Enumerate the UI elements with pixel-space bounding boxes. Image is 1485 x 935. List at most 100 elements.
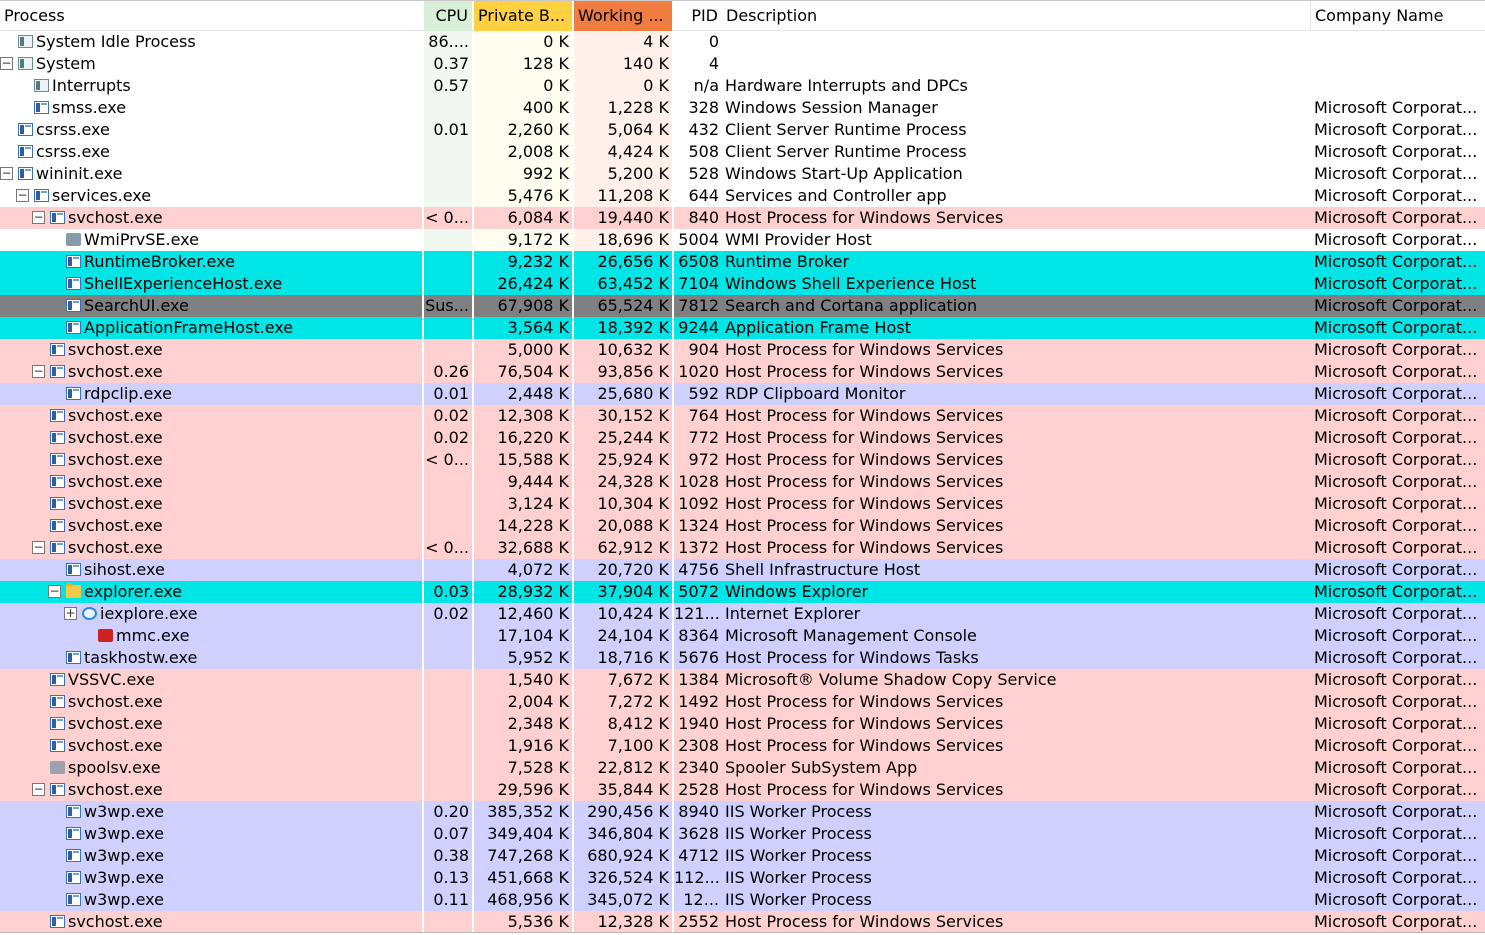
- process-row[interactable]: VSSVC.exe 1,540 K 7,672 K 1384 Microsoft® Vo…: [0, 669, 1485, 691]
- process-row[interactable]: − svchost.exe < 0... 32,688 K 62,912 K 1372 Ho…: [0, 537, 1485, 559]
- process-row[interactable]: − System 0.37 128 K 140 K 4: [0, 53, 1485, 75]
- process-row[interactable]: svchost.exe < 0... 15,588 K 25,924 K 972 Host…: [0, 449, 1485, 471]
- process-row[interactable]: mmc.exe 17,104 K 24,104 K 8364 Microsoft Man…: [0, 625, 1485, 647]
- process-row[interactable]: svchost.exe 9,444 K 24,328 K 1028 Host Proce…: [0, 471, 1485, 493]
- process-row[interactable]: ShellExperienceHost.exe 26,424 K 63,452 K7…: [0, 273, 1485, 295]
- process-row[interactable]: rdpclip.exe 0.01 2,448 K 25,680 K 592 RDP Cli…: [0, 383, 1485, 405]
- description-value: Microsoft® Volume Shadow Copy Service: [722, 669, 1310, 691]
- process-row[interactable]: System Idle Process 86.... 0 K4 K 0: [0, 31, 1485, 53]
- folder-icon: [66, 583, 81, 598]
- collapse-minus-icon[interactable]: −: [32, 211, 45, 224]
- company-value: Microsoft Corporat...: [1310, 647, 1485, 669]
- app-window-icon: [50, 365, 65, 378]
- expand-plus-icon[interactable]: +: [64, 607, 77, 620]
- process-row[interactable]: w3wp.exe 0.07 349,404 K 346,804 K 3628 IIS Wo…: [0, 823, 1485, 845]
- column-header-working-set[interactable]: Working ...: [574, 1, 672, 31]
- app-window-icon: [66, 563, 81, 576]
- process-row[interactable]: − svchost.exe 29,596 K 35,844 K 2528 Host Pro…: [0, 779, 1485, 801]
- process-row[interactable]: svchost.exe 5,536 K 12,328 K 2552 Host Proce…: [0, 911, 1485, 933]
- app-window-icon: [50, 915, 65, 928]
- process-name: w3wp.exe: [84, 824, 164, 843]
- collapse-minus-icon[interactable]: −: [16, 189, 29, 202]
- column-header-pid[interactable]: PID: [674, 1, 722, 31]
- collapse-minus-icon[interactable]: −: [0, 57, 13, 70]
- process-row[interactable]: w3wp.exe 0.11 468,956 K 345,072 K 12... IIS W…: [0, 889, 1485, 911]
- process-name: w3wp.exe: [84, 846, 164, 865]
- process-row[interactable]: svchost.exe 1,916 K 7,100 K 2308 Host Proces…: [0, 735, 1485, 757]
- process-row[interactable]: − svchost.exe 0.26 76,504 K 93,856 K 1020 Host…: [0, 361, 1485, 383]
- description-value: Hardware Interrupts and DPCs: [725, 76, 968, 95]
- process-name: svchost.exe: [68, 450, 163, 469]
- process-name: w3wp.exe: [84, 802, 164, 821]
- process-row[interactable]: svchost.exe 2,004 K 7,272 K 1492 Host Proces…: [0, 691, 1485, 713]
- collapse-minus-icon[interactable]: −: [0, 167, 13, 180]
- process-row[interactable]: WmiPrvSE.exe 9,172 K 18,696 K 5004 WMI Provi…: [0, 229, 1485, 251]
- process-row[interactable]: − svchost.exe < 0... 6,084 K 19,440 K 840 Host…: [0, 207, 1485, 229]
- process-row[interactable]: w3wp.exe 0.20 385,352 K 290,456 K 8940 IIS Wo…: [0, 801, 1485, 823]
- pid-value: 2528: [674, 779, 722, 801]
- company-value: Microsoft Corporat...: [1310, 911, 1485, 933]
- process-row[interactable]: svchost.exe 14,228 K 20,088 K 1324 Host Proc…: [0, 515, 1485, 537]
- pid-value: 7104: [674, 273, 722, 295]
- process-name: explorer.exe: [84, 582, 183, 601]
- app-window-icon: [66, 893, 81, 906]
- collapse-minus-icon[interactable]: −: [32, 541, 45, 554]
- process-row[interactable]: taskhostw.exe 5,952 K 18,716 K 5676 Host Pro…: [0, 647, 1485, 669]
- process-row[interactable]: svchost.exe 5,000 K 10,632 K 904 Host Proces…: [0, 339, 1485, 361]
- process-row[interactable]: ApplicationFrameHost.exe 3,564 K 18,392 K9…: [0, 317, 1485, 339]
- process-row[interactable]: csrss.exe 2,008 K 4,424 K 508 Client Server …: [0, 141, 1485, 163]
- description-value: WMI Provider Host: [725, 230, 872, 249]
- process-row[interactable]: svchost.exe 0.02 12,308 K 30,152 K 764 Host P…: [0, 405, 1485, 427]
- process-row[interactable]: svchost.exe 2,348 K 8,412 K 1940 Host Proces…: [0, 713, 1485, 735]
- collapse-minus-icon[interactable]: −: [48, 585, 61, 598]
- column-header-process[interactable]: Process: [0, 1, 422, 31]
- process-row[interactable]: SearchUI.exe Sus... 67,908 K 65,524 K 7812 Se…: [0, 295, 1485, 317]
- process-row[interactable]: Interrupts 0.57 0 K0 Kn/a Hardware Interrup…: [0, 75, 1485, 97]
- column-header-cpu[interactable]: CPU: [424, 1, 472, 31]
- company-value: Microsoft Corporat...: [1310, 273, 1485, 295]
- cpu-value: < 0...: [424, 449, 472, 471]
- process-row[interactable]: csrss.exe 0.01 2,260 K 5,064 K 432 Client Ser…: [0, 119, 1485, 141]
- cpu-value: [424, 163, 472, 185]
- process-row[interactable]: spoolsv.exe 7,528 K 22,812 K 2340 Spooler Su…: [0, 757, 1485, 779]
- column-header-private-bytes[interactable]: Private B...: [474, 1, 572, 31]
- private-bytes-value: 9,172 K: [474, 229, 572, 251]
- private-bytes-value: 128 K: [474, 53, 572, 75]
- pid-value: 9244: [674, 317, 722, 339]
- working-set-value: 93,856 K: [574, 361, 672, 383]
- cpu-value: 0.02: [424, 603, 472, 625]
- column-header-company[interactable]: Company Name: [1310, 1, 1485, 31]
- cpu-value: 0.02: [424, 405, 472, 427]
- column-header-description[interactable]: Description: [722, 1, 1310, 31]
- cpu-value: 0.13: [424, 867, 472, 889]
- process-row[interactable]: − services.exe 5,476 K 11,208 K 644 Services …: [0, 185, 1485, 207]
- process-row[interactable]: svchost.exe 3,124 K 10,304 K 1092 Host Proce…: [0, 493, 1485, 515]
- process-row[interactable]: svchost.exe 0.02 16,220 K 25,244 K 772 Host P…: [0, 427, 1485, 449]
- pid-value: 1324: [674, 515, 722, 537]
- collapse-minus-icon[interactable]: −: [32, 783, 45, 796]
- pid-value: 6508: [674, 251, 722, 273]
- app-window-icon: [50, 211, 65, 224]
- process-row[interactable]: smss.exe 400 K 1,228 K 328 Windows Session M…: [0, 97, 1485, 119]
- company-value: Microsoft Corporat...: [1310, 339, 1485, 361]
- process-name-cell: − svchost.exe: [0, 537, 422, 559]
- company-value: Microsoft Corporat...: [1310, 537, 1485, 559]
- process-row[interactable]: w3wp.exe 0.38 747,268 K 680,924 K 4712 IIS Wo…: [0, 845, 1485, 867]
- working-set-value: 25,924 K: [574, 449, 672, 471]
- pid-value: 2340: [674, 757, 722, 779]
- process-row[interactable]: sihost.exe 4,072 K 20,720 K 4756 Shell Infra…: [0, 559, 1485, 581]
- private-bytes-value: 747,268 K: [474, 845, 572, 867]
- process-row[interactable]: − wininit.exe 992 K 5,200 K 528 Windows Start…: [0, 163, 1485, 185]
- private-bytes-value: 5,536 K: [474, 911, 572, 933]
- process-row[interactable]: − explorer.exe 0.03 28,932 K 37,904 K 5072 Win…: [0, 581, 1485, 603]
- private-bytes-value: 4,072 K: [474, 559, 572, 581]
- pid-value: 7812: [674, 295, 722, 317]
- process-name-cell: − svchost.exe: [0, 207, 422, 229]
- collapse-minus-icon[interactable]: −: [32, 365, 45, 378]
- process-row[interactable]: + iexplore.exe 0.02 12,460 K 10,424 K 121... I…: [0, 603, 1485, 625]
- description-value: Application Frame Host: [722, 317, 1310, 339]
- process-row[interactable]: w3wp.exe 0.13 451,668 K 326,524 K 112... IIS …: [0, 867, 1485, 889]
- process-name-cell: sihost.exe: [0, 559, 422, 581]
- cpu-value: [424, 779, 472, 801]
- process-row[interactable]: RuntimeBroker.exe 9,232 K 26,656 K 6508 Runt…: [0, 251, 1485, 273]
